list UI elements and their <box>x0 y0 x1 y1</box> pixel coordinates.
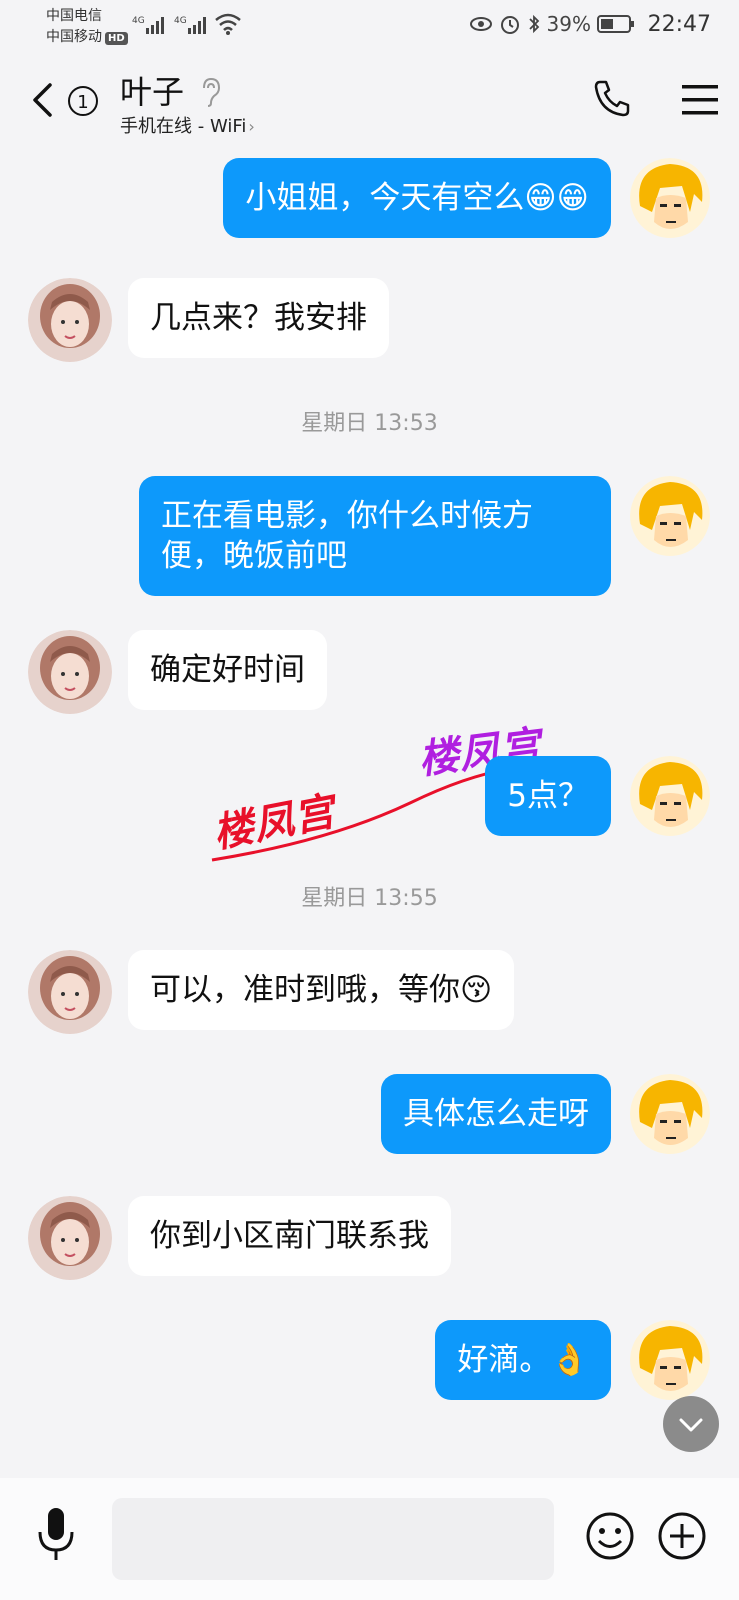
status-right: 39% <box>469 12 635 36</box>
photo-avatar-icon <box>28 630 112 714</box>
photo-avatar-icon <box>28 1196 112 1280</box>
bluetooth-icon <box>528 14 539 34</box>
back-icon[interactable] <box>30 82 54 118</box>
contact-avatar[interactable] <box>28 278 112 362</box>
scroll-to-bottom-button[interactable] <box>663 1396 719 1452</box>
contact-avatar[interactable] <box>28 950 112 1034</box>
presence-text: 手机在线 - WiFi <box>120 116 247 137</box>
unread-count-badge[interactable]: 1 <box>68 86 98 116</box>
contact-avatar[interactable] <box>28 1196 112 1280</box>
ear-icon[interactable] <box>198 76 222 108</box>
carrier-2: 中国移动 HD <box>46 28 128 46</box>
photo-avatar-icon <box>28 950 112 1034</box>
cartoon-avatar-icon <box>630 476 710 556</box>
cartoon-avatar-icon <box>630 158 710 238</box>
message-bubble-incoming[interactable]: 几点来？我安排 <box>128 278 389 358</box>
my-avatar[interactable] <box>630 1320 710 1400</box>
timestamp: 星期日 13:55 <box>301 886 438 911</box>
my-avatar[interactable] <box>630 158 710 238</box>
presence-arrow: › <box>248 117 255 136</box>
timestamp: 星期日 13:53 <box>301 411 438 436</box>
my-avatar[interactable] <box>630 476 710 556</box>
network-1-label: 4G <box>132 16 145 26</box>
message-bubble-incoming[interactable]: 你到小区南门联系我 <box>128 1196 451 1276</box>
composer-bar <box>0 1478 739 1600</box>
status-time: 22:47 <box>647 12 711 37</box>
signal-1-icon: 4G <box>132 16 164 34</box>
battery-icon <box>597 15 634 33</box>
message-bubble-outgoing[interactable]: 具体怎么走呀 <box>381 1074 611 1154</box>
photo-avatar-icon <box>28 278 112 362</box>
carrier-1: 中国电信 <box>46 8 102 24</box>
message-bubble-outgoing[interactable]: 正在看电影，你什么时候方便，晚饭前吧 <box>139 476 611 596</box>
message-bubble-incoming[interactable]: 确定好时间 <box>128 630 327 710</box>
cartoon-avatar-icon <box>630 1320 710 1400</box>
menu-icon[interactable] <box>682 84 718 116</box>
presence-status[interactable]: 手机在线 - WiFi › <box>120 112 255 138</box>
eye-icon <box>469 17 492 31</box>
chat-header: 1 叶子 手机在线 - WiFi › <box>0 60 739 144</box>
hd-badge: HD <box>105 32 128 45</box>
network-2-label: 4G <box>174 16 187 26</box>
my-avatar[interactable] <box>630 1074 710 1154</box>
microphone-icon[interactable] <box>36 1506 76 1566</box>
message-bubble-outgoing[interactable]: 5点？ <box>485 756 611 836</box>
alarm-icon <box>500 16 519 34</box>
cartoon-avatar-icon <box>630 756 710 836</box>
phone-call-icon[interactable] <box>592 78 632 118</box>
message-bubble-outgoing[interactable]: 小姐姐，今天有空么😁😁 <box>223 158 611 238</box>
battery-percent: 39% <box>546 12 591 36</box>
wifi-icon <box>215 13 241 35</box>
cartoon-avatar-icon <box>630 1074 710 1154</box>
plus-icon[interactable] <box>656 1510 708 1562</box>
my-avatar[interactable] <box>630 756 710 836</box>
message-bubble-outgoing[interactable]: 好滴。👌 <box>435 1320 611 1400</box>
chevron-down-icon <box>679 1418 703 1432</box>
message-bubble-incoming[interactable]: 可以，准时到哦，等你😚 <box>128 950 515 1030</box>
contact-name[interactable]: 叶子 <box>120 72 184 112</box>
signal-2-icon: 4G <box>174 16 206 34</box>
emoji-icon[interactable] <box>584 1510 636 1562</box>
message-input[interactable] <box>112 1498 554 1580</box>
status-bar: 中国电信 中国移动 HD 4G 4G 39% 22:47 <box>0 0 739 52</box>
contact-avatar[interactable] <box>28 630 112 714</box>
